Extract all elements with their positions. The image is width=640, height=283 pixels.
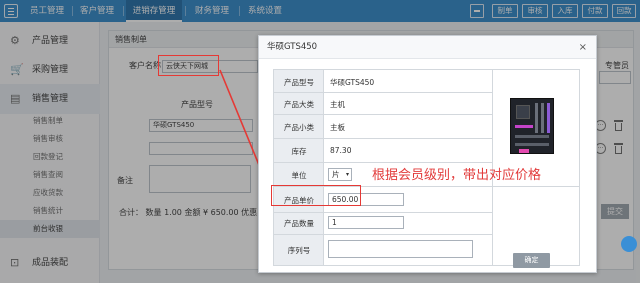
product-image <box>510 98 554 154</box>
annotation-text: 根据会员级别，带出对应价格 <box>372 168 542 183</box>
floating-action-button[interactable] <box>621 236 637 252</box>
modal-header: 华硕GTS450 × <box>259 36 596 59</box>
confirm-button[interactable]: 确定 <box>513 253 550 268</box>
unit-value: 片 <box>332 170 340 179</box>
field-label-subcategory: 产品小类 <box>284 123 314 132</box>
unit-select[interactable]: 片 ▾ <box>328 168 352 181</box>
field-value-model: 华硕GTS450 <box>330 78 375 87</box>
serial-number-input[interactable] <box>328 240 473 258</box>
field-label-unit: 单位 <box>291 171 307 180</box>
app-window: { "nav": { "items": ["员工管理", "客户管理", "进销… <box>0 0 640 283</box>
field-value-subcategory: 主板 <box>330 123 345 132</box>
field-label-stock: 库存 <box>291 147 307 156</box>
quantity-input[interactable]: 1 <box>328 216 404 229</box>
field-label-model: 产品型号 <box>284 78 314 87</box>
field-value-stock: 87.30 <box>330 146 352 155</box>
dropdown-arrow-icon: ▾ <box>345 171 349 178</box>
field-label-quantity: 产品数量 <box>284 219 314 228</box>
field-label-category: 产品大类 <box>284 100 314 109</box>
product-detail-modal: 华硕GTS450 × 产品型号 华硕GTS450 产品大类 主机 产品小类 主板… <box>258 35 597 273</box>
modal-title: 华硕GTS450 <box>267 42 318 52</box>
field-value-category: 主机 <box>330 100 345 109</box>
field-label-serial-number: 序列号 <box>287 246 311 255</box>
unit-price-highlight-box <box>271 185 361 206</box>
close-icon[interactable]: × <box>579 36 587 59</box>
